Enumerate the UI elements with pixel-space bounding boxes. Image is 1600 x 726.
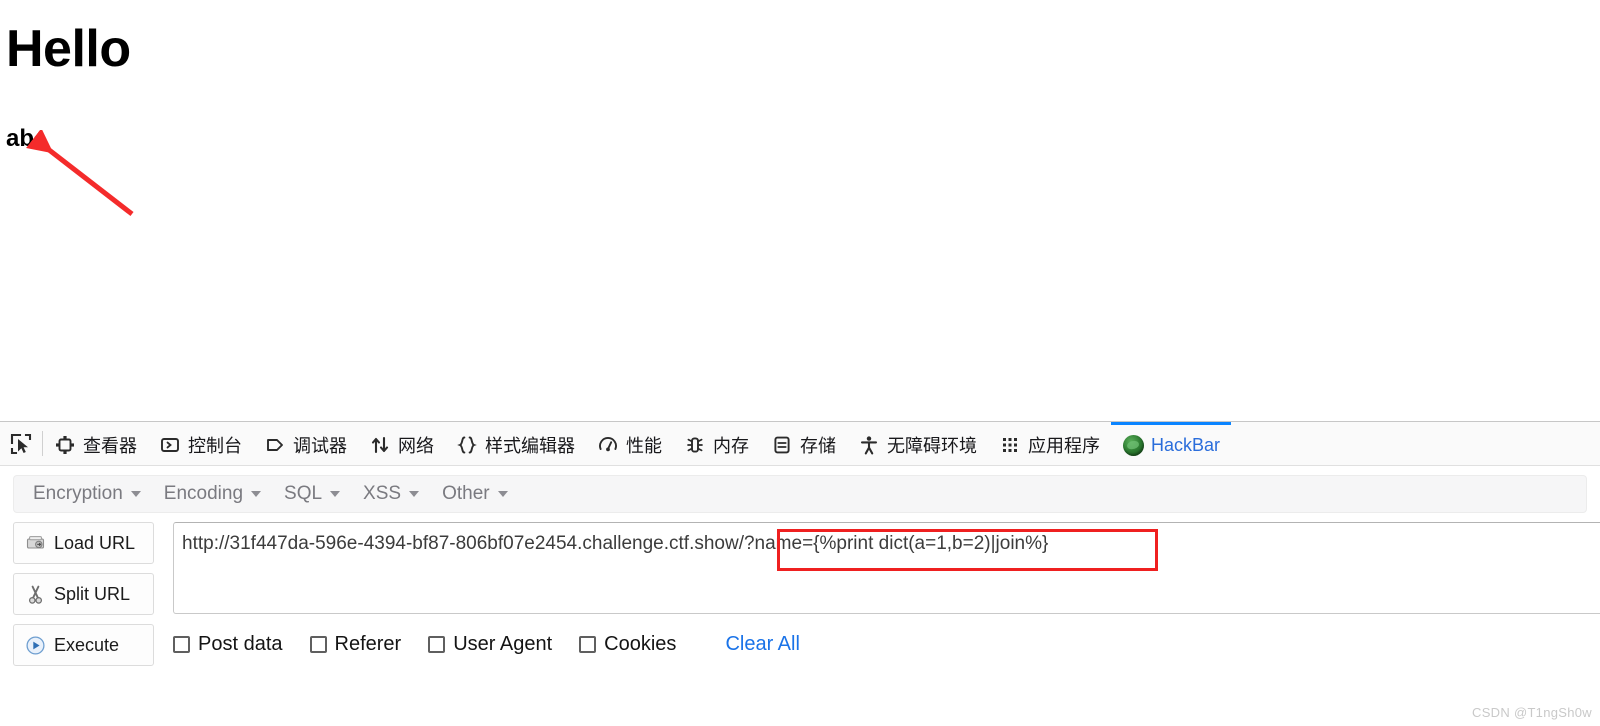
chevron-down-icon bbox=[330, 491, 341, 497]
tab-hackbar[interactable]: HackBar bbox=[1111, 422, 1232, 465]
watermark: CSDN @T1ngSh0w bbox=[1472, 705, 1592, 720]
tab-label: 性能 bbox=[626, 436, 662, 456]
checkbox-box-icon bbox=[579, 636, 597, 653]
element-picker-icon[interactable] bbox=[0, 422, 42, 465]
tab-label: 内存 bbox=[713, 436, 749, 456]
devtools-tabstrip: 查看器 控制台 调试器 网络 样式编辑器 性能 内存 存储 无障碍环境 应用程序… bbox=[0, 422, 1600, 466]
checkbox-box-icon bbox=[173, 636, 190, 653]
tab-performance[interactable]: 性能 bbox=[586, 422, 673, 465]
button-label: Load URL bbox=[54, 532, 136, 553]
checkbox-referer[interactable]: Referer bbox=[309, 633, 402, 656]
checkbox-post-data[interactable]: Post data bbox=[173, 633, 283, 656]
tab-label: HackBar bbox=[1151, 434, 1221, 455]
devtools-panel: 查看器 控制台 调试器 网络 样式编辑器 性能 内存 存储 无障碍环境 应用程序… bbox=[0, 421, 1600, 726]
browser-window: Hello ab 查看器 控制台 调试器 网络 样式编辑器 性能 内存 存储 无… bbox=[0, 0, 1600, 726]
tab-label: 网络 bbox=[398, 436, 434, 456]
hackbar-body: Load URL Split URL Execute http://31f447… bbox=[0, 513, 1600, 666]
menu-xss[interactable]: XSS bbox=[355, 483, 434, 505]
hackbar-request-area: Post data Referer User Agent Cookies C bbox=[154, 522, 1600, 666]
menu-label: XSS bbox=[363, 483, 402, 504]
tab-memory[interactable]: 内存 bbox=[673, 422, 760, 465]
tab-accessibility[interactable]: 无障碍环境 bbox=[847, 422, 988, 465]
tab-label: 调试器 bbox=[293, 436, 347, 456]
menu-label: Encryption bbox=[33, 483, 123, 504]
chevron-down-icon bbox=[497, 491, 508, 497]
chevron-down-icon bbox=[409, 491, 420, 497]
tab-label: 查看器 bbox=[83, 436, 137, 456]
tab-label: 无障碍环境 bbox=[887, 436, 977, 456]
tab-console[interactable]: 控制台 bbox=[148, 422, 253, 465]
tab-network[interactable]: 网络 bbox=[358, 422, 445, 465]
checkbox-label: Referer bbox=[334, 633, 402, 655]
menu-other[interactable]: Other bbox=[434, 483, 523, 505]
memory-icon bbox=[684, 434, 706, 456]
storage-icon bbox=[771, 434, 793, 456]
checkbox-box-icon bbox=[428, 636, 446, 653]
button-label: Split URL bbox=[54, 583, 131, 604]
tab-style-editor[interactable]: 样式编辑器 bbox=[445, 422, 586, 465]
chevron-down-icon bbox=[251, 491, 262, 497]
application-icon bbox=[999, 434, 1021, 456]
tab-debugger[interactable]: 调试器 bbox=[253, 422, 358, 465]
checkbox-label: Cookies bbox=[604, 633, 677, 655]
tab-label: 控制台 bbox=[188, 436, 242, 456]
red-arrow-annotation-icon bbox=[26, 130, 134, 216]
checkbox-label: User Agent bbox=[453, 633, 553, 655]
page-content-area: Hello ab bbox=[0, 0, 1600, 421]
scissors-icon bbox=[24, 583, 46, 605]
url-input[interactable] bbox=[173, 522, 1600, 614]
inspector-icon bbox=[54, 434, 76, 456]
tab-label: 存储 bbox=[800, 436, 836, 456]
console-icon bbox=[159, 434, 181, 456]
checkbox-cookies[interactable]: Cookies bbox=[579, 633, 676, 656]
menu-label: Other bbox=[442, 483, 490, 504]
execute-button[interactable]: Execute bbox=[13, 624, 154, 666]
play-icon bbox=[24, 634, 46, 656]
split-url-button[interactable]: Split URL bbox=[13, 573, 154, 615]
tab-label: 应用程序 bbox=[1028, 436, 1100, 456]
performance-icon bbox=[597, 434, 619, 456]
menu-label: Encoding bbox=[163, 483, 244, 504]
checkbox-label: Post data bbox=[198, 633, 283, 655]
debugger-icon bbox=[264, 434, 286, 456]
tab-inspector[interactable]: 查看器 bbox=[43, 422, 148, 465]
chevron-down-icon bbox=[130, 491, 141, 497]
menu-encoding[interactable]: Encoding bbox=[156, 483, 276, 505]
hackbar-options-row: Post data Referer User Agent Cookies Cle… bbox=[173, 633, 1600, 656]
tab-storage[interactable]: 存储 bbox=[760, 422, 847, 465]
menu-label: SQL bbox=[284, 483, 323, 504]
load-url-button[interactable]: Load URL bbox=[13, 522, 154, 564]
clear-all-link[interactable]: Clear All bbox=[725, 633, 799, 656]
hackbar-icon bbox=[1122, 434, 1144, 456]
checkbox-box-icon bbox=[309, 636, 327, 653]
accessibility-icon bbox=[858, 434, 880, 456]
tab-application[interactable]: 应用程序 bbox=[988, 422, 1111, 465]
network-icon bbox=[369, 434, 391, 456]
hackbar-menu-bar: Encryption Encoding SQL XSS Other bbox=[13, 475, 1587, 513]
hackbar-action-buttons: Load URL Split URL Execute bbox=[13, 522, 154, 666]
button-label: Execute bbox=[54, 634, 120, 655]
menu-sql[interactable]: SQL bbox=[276, 483, 355, 505]
style-editor-icon bbox=[456, 434, 478, 456]
ssti-output-text: ab bbox=[6, 125, 35, 152]
load-url-icon bbox=[24, 532, 46, 554]
checkbox-user-agent[interactable]: User Agent bbox=[428, 633, 552, 656]
tab-label: 样式编辑器 bbox=[485, 436, 575, 456]
menu-encryption[interactable]: Encryption bbox=[25, 483, 156, 505]
page-title: Hello bbox=[6, 20, 131, 78]
